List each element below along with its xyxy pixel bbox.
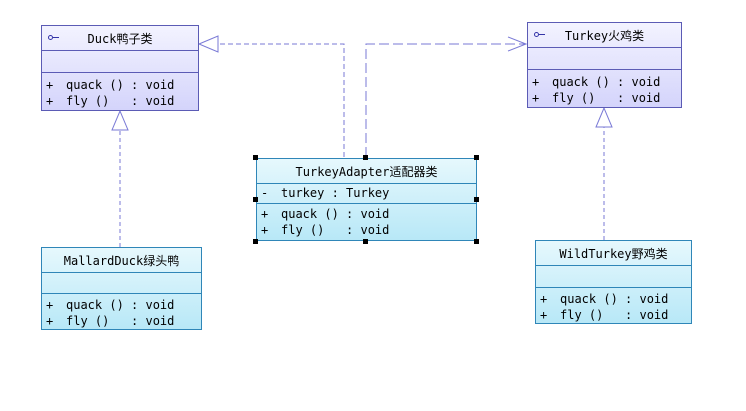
operation-section: + quack () : void + fly () : void: [528, 70, 681, 106]
attribute-section: [536, 266, 691, 288]
realization-adapter-duck[interactable]: [218, 43, 345, 157]
class-mallard-duck[interactable]: MallardDuck绿头鸭 + quack () : void + fly () …: [41, 247, 202, 330]
attribute-row: - turkey : Turkey: [261, 186, 390, 200]
selection-handle[interactable]: [474, 197, 479, 202]
selection-handle[interactable]: [363, 239, 368, 244]
class-header: MallardDuck绿头鸭: [42, 248, 201, 273]
operation-row: + fly () : void: [261, 223, 390, 237]
class-turkey[interactable]: Turkey火鸡类 + quack () : void + fly () : voi…: [527, 22, 682, 108]
attribute-section: [42, 273, 201, 294]
operation-row: + quack () : void: [261, 207, 390, 221]
class-name: WildTurkey野鸡类: [559, 246, 668, 261]
class-name: TurkeyAdapter适配器类: [295, 164, 438, 179]
selection-handle[interactable]: [253, 197, 258, 202]
realization-arrowhead-wildturkey: [595, 106, 613, 128]
class-header: Turkey火鸡类: [528, 23, 681, 48]
class-header: Duck鸭子类: [42, 26, 198, 51]
class-wild-turkey[interactable]: WildTurkey野鸡类 + quack () : void + fly () :…: [535, 240, 692, 324]
operation-section: + quack () : void + fly () : void: [42, 294, 201, 329]
selection-handle[interactable]: [474, 155, 479, 160]
interface-icon: [534, 32, 545, 37]
attribute-section: - turkey : Turkey: [257, 184, 476, 204]
operation-row: + fly () : void: [46, 314, 175, 328]
dependency-adapter-turkey[interactable]: [365, 43, 526, 157]
attribute-section: [42, 51, 198, 73]
class-name: Turkey火鸡类: [564, 28, 645, 43]
selection-handle[interactable]: [253, 155, 258, 160]
class-header: TurkeyAdapter适配器类: [257, 159, 476, 184]
operation-section: + quack () : void + fly () : void: [42, 73, 198, 109]
realization-arrowhead-mallard: [111, 109, 129, 131]
operation-row: + quack () : void: [540, 292, 669, 306]
selection-handle[interactable]: [253, 239, 258, 244]
realization-arrowhead-duck: [197, 35, 219, 53]
interface-icon: [48, 35, 59, 40]
class-duck[interactable]: Duck鸭子类 + quack () : void + fly () : void: [41, 25, 199, 111]
operation-row: + quack () : void: [46, 78, 175, 92]
operation-row: + quack () : void: [532, 75, 661, 89]
class-header: WildTurkey野鸡类: [536, 241, 691, 266]
selection-handle[interactable]: [474, 239, 479, 244]
operation-section: + quack () : void + fly () : void: [536, 288, 691, 323]
selection-handle[interactable]: [363, 155, 368, 160]
operation-row: + fly () : void: [540, 308, 669, 322]
operation-row: + quack () : void: [46, 298, 175, 312]
class-name: MallardDuck绿头鸭: [63, 253, 180, 268]
operation-row: + fly () : void: [532, 91, 661, 105]
attribute-section: [528, 48, 681, 70]
class-turkey-adapter[interactable]: TurkeyAdapter适配器类 - turkey : Turkey + quac…: [256, 158, 477, 241]
operation-section: + quack () : void + fly () : void: [257, 204, 476, 238]
class-name: Duck鸭子类: [87, 31, 153, 46]
operation-row: + fly () : void: [46, 94, 175, 108]
